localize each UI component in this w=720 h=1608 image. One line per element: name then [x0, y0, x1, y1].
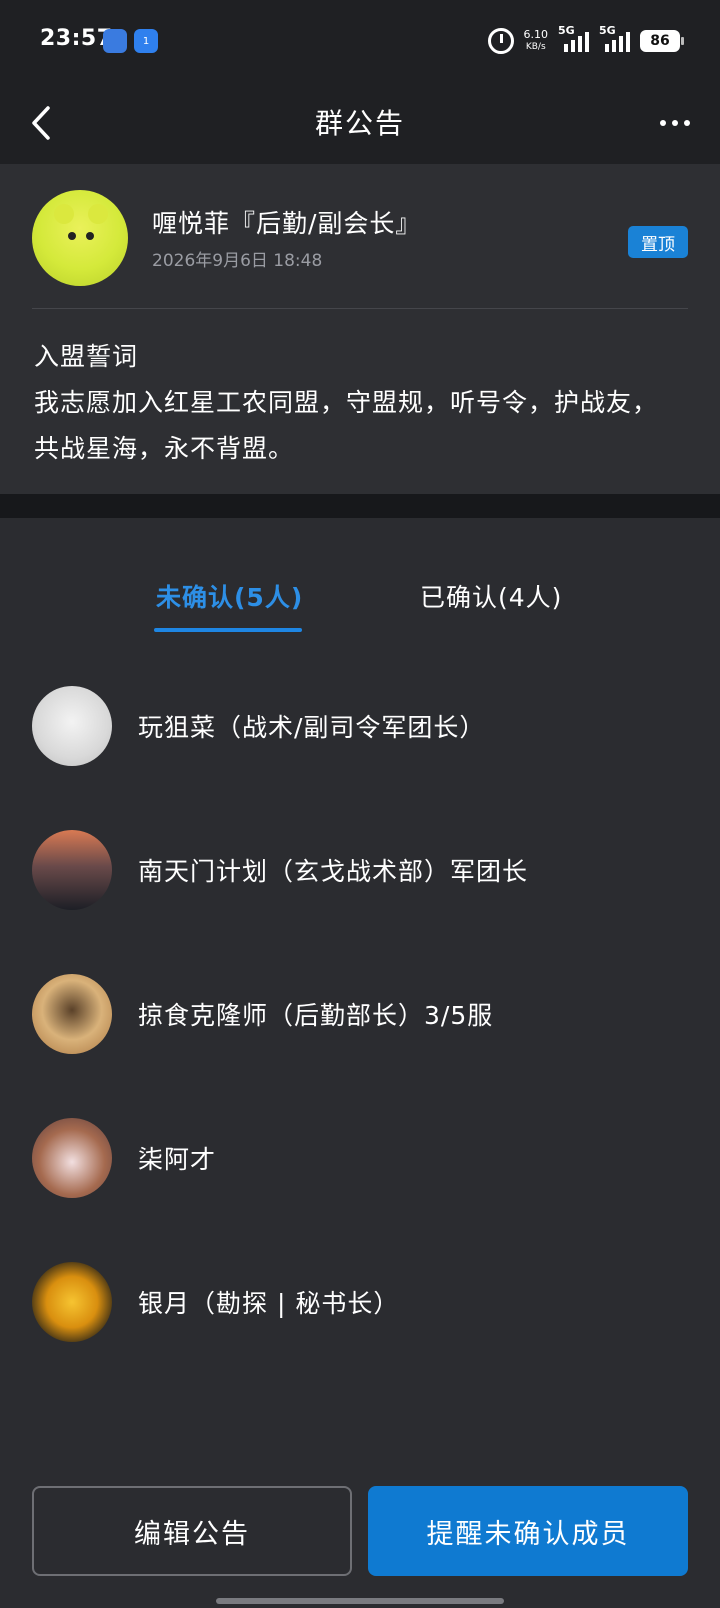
battery-icon: 86	[640, 30, 684, 52]
pinned-badge: 置顶	[628, 226, 688, 258]
page: 23:57 1 6.10 KB/s 5G 5G 86 群公告 喱悦菲『后勤/副会…	[0, 0, 720, 1608]
alarm-icon	[487, 28, 514, 54]
avatar[interactable]	[32, 1262, 112, 1342]
member-name: 柒阿才	[138, 1145, 217, 1174]
avatar[interactable]	[32, 686, 112, 766]
home-indicator[interactable]	[216, 1598, 504, 1604]
signal-icon-sim1: 5G	[558, 24, 589, 52]
network-speed-unit: KB/s	[525, 42, 546, 52]
confirm-tabs: 未确认(5人) 已确认(4人)	[0, 518, 720, 638]
edit-announcement-button[interactable]: 编辑公告	[32, 1486, 352, 1576]
list-item[interactable]: 玩狙菜（战术/副司令军团长）	[0, 662, 720, 806]
signal-icon-sim2: 5G	[599, 24, 630, 52]
network-speed: 6.10 KB/s	[524, 28, 549, 54]
section-separator	[0, 494, 720, 518]
status-bar: 23:57 1 6.10 KB/s 5G 5G 86	[0, 0, 720, 82]
announcement-card: 喱悦菲『后勤/副会长』 2026年9月6日 18:48 置顶 入盟誓词 我志愿加…	[0, 164, 720, 494]
status-time: 23:57	[40, 26, 113, 51]
post-time: 2026年9月6日 18:48	[152, 251, 323, 271]
dot-icon	[672, 120, 678, 126]
announcement-text: 我志愿加入红星工农同盟，守盟规，听号令，护战友，共战星海，永不背盟。	[34, 388, 659, 463]
avatar[interactable]	[32, 974, 112, 1054]
member-name: 南天门计划（玄戈战术部）军团长	[138, 857, 529, 886]
list-item[interactable]: 银月（勘探 | 秘书长）	[0, 1238, 720, 1382]
app-notification-icon	[103, 29, 127, 53]
title-bar: 群公告	[0, 82, 720, 164]
avatar[interactable]	[32, 830, 112, 910]
member-name: 玩狙菜（战术/副司令军团长）	[138, 713, 486, 742]
remind-unconfirmed-button[interactable]: 提醒未确认成员	[368, 1486, 688, 1576]
member-list: 玩狙菜（战术/副司令军团长） 南天门计划（玄戈战术部）军团长 掠食克隆师（后勤部…	[0, 662, 720, 1382]
announcement-heading: 入盟誓词	[34, 342, 139, 371]
page-title: 群公告	[314, 107, 405, 140]
author-name[interactable]: 喱悦菲『后勤/副会长』	[152, 204, 421, 240]
dot-icon	[684, 120, 690, 126]
announcement-body: 入盟誓词 我志愿加入红星工农同盟，守盟规，听号令，护战友，共战星海，永不背盟。	[34, 334, 660, 472]
divider	[32, 308, 688, 309]
member-name: 银月（勘探 | 秘书长）	[138, 1289, 400, 1318]
author-avatar[interactable]	[32, 190, 128, 286]
tab-unconfirmed[interactable]: 未确认(5人)	[156, 578, 303, 614]
active-tab-indicator	[154, 628, 302, 632]
broadcast-notification-icon: 1	[134, 29, 158, 53]
list-item[interactable]: 南天门计划（玄戈战术部）军团长	[0, 806, 720, 950]
sim1-label: 5G	[558, 24, 575, 37]
status-indicators: 6.10 KB/s 5G 5G 86	[487, 24, 684, 56]
more-options-button[interactable]	[650, 98, 700, 148]
list-item[interactable]: 柒阿才	[0, 1094, 720, 1238]
member-name: 掠食克隆师（后勤部长）3/5服	[138, 1001, 494, 1030]
tab-confirmed[interactable]: 已确认(4人)	[420, 578, 562, 614]
network-speed-value: 6.10	[523, 28, 549, 41]
list-item[interactable]: 掠食克隆师（后勤部长）3/5服	[0, 950, 720, 1094]
dot-icon	[660, 120, 666, 126]
sim2-label: 5G	[599, 24, 616, 37]
avatar[interactable]	[32, 1118, 112, 1198]
